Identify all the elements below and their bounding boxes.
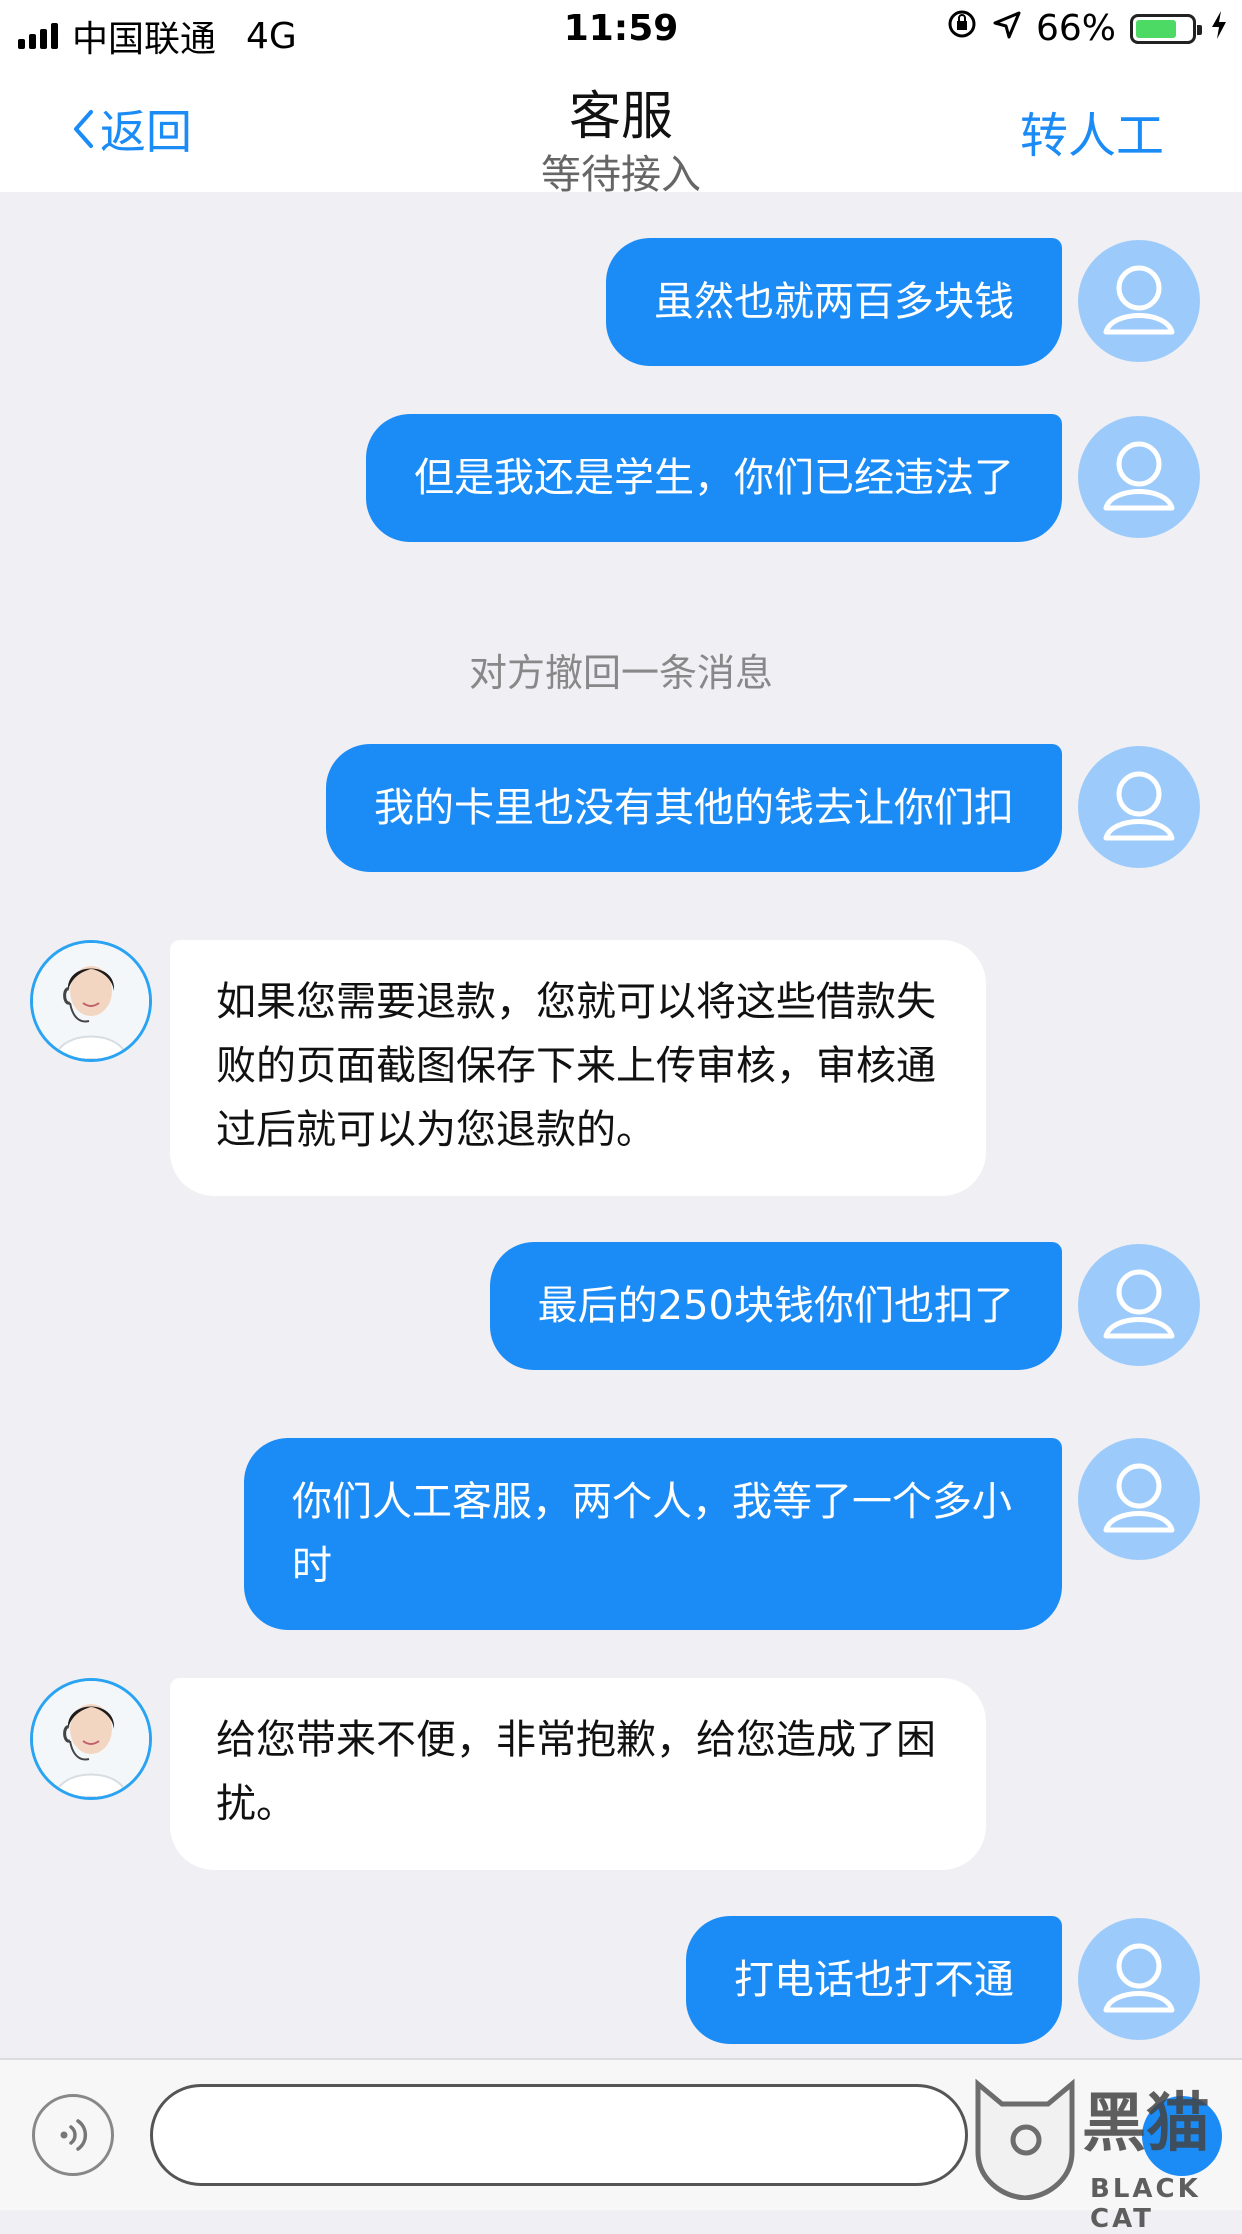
battery-icon xyxy=(1130,13,1202,44)
user-avatar[interactable] xyxy=(1078,746,1200,868)
message-bubble-user[interactable]: 虽然也就两百多块钱 xyxy=(606,238,1062,366)
person-icon xyxy=(1103,1269,1175,1339)
user-avatar[interactable] xyxy=(1078,240,1200,362)
user-avatar[interactable] xyxy=(1078,1918,1200,2040)
user-avatar[interactable] xyxy=(1078,416,1200,538)
person-icon xyxy=(1103,1943,1175,2013)
status-bar: 中国联通 4G 11:59 66% xyxy=(0,0,1242,62)
person-icon xyxy=(1103,1463,1175,1533)
message-bubble-user[interactable]: 最后的250块钱你们也扣了 xyxy=(489,1242,1062,1370)
message-bubble-user[interactable]: 你们人工客服，两个人，我等了一个多小时 xyxy=(244,1438,1062,1630)
voice-input-button[interactable] xyxy=(32,2094,114,2176)
location-icon xyxy=(992,8,1022,49)
agent-portrait-icon xyxy=(33,943,149,1059)
message-bubble-agent[interactable]: 如果您需要退款，您就可以将这些借款失败的页面截图保存下来上传审核，审核通过后就可… xyxy=(170,940,986,1196)
message-bubble-user[interactable]: 但是我还是学生，你们已经违法了 xyxy=(366,414,1062,542)
user-avatar[interactable] xyxy=(1078,1244,1200,1366)
user-avatar[interactable] xyxy=(1078,1438,1200,1560)
agent-avatar[interactable] xyxy=(30,1678,152,1800)
message-bubble-user[interactable]: 我的卡里也没有其他的钱去让你们扣 xyxy=(326,744,1062,872)
rotation-lock-icon xyxy=(946,8,978,49)
agent-avatar[interactable] xyxy=(30,940,152,1062)
recall-notice: 对方撤回一条消息 xyxy=(468,651,773,695)
message-input[interactable] xyxy=(150,2084,968,2186)
chat-area[interactable]: 虽然也就两百多块钱 但是我还是学生，你们已经违法了 对方撤回一条消息 我的卡里也… xyxy=(0,192,1242,2058)
transfer-to-human-button[interactable]: 转人工 xyxy=(1020,96,1164,166)
message-bubble-user[interactable]: 打电话也打不通 xyxy=(686,1916,1062,2044)
person-icon xyxy=(1103,265,1175,335)
more-button[interactable] xyxy=(1142,2096,1222,2176)
person-icon xyxy=(1103,441,1175,511)
status-right: 66% xyxy=(946,8,1228,49)
voice-wave-icon xyxy=(60,2119,88,2151)
battery-percent: 66% xyxy=(1035,8,1116,49)
input-bar xyxy=(0,2058,1242,2210)
message-bubble-agent[interactable]: 给您带来不便，非常抱歉，给您造成了困扰。 xyxy=(170,1678,986,1870)
agent-portrait-icon xyxy=(33,1681,149,1797)
charging-icon xyxy=(1210,8,1228,49)
person-icon xyxy=(1103,771,1175,841)
nav-bar: 返回 客服 等待接入 转人工 xyxy=(0,62,1242,198)
